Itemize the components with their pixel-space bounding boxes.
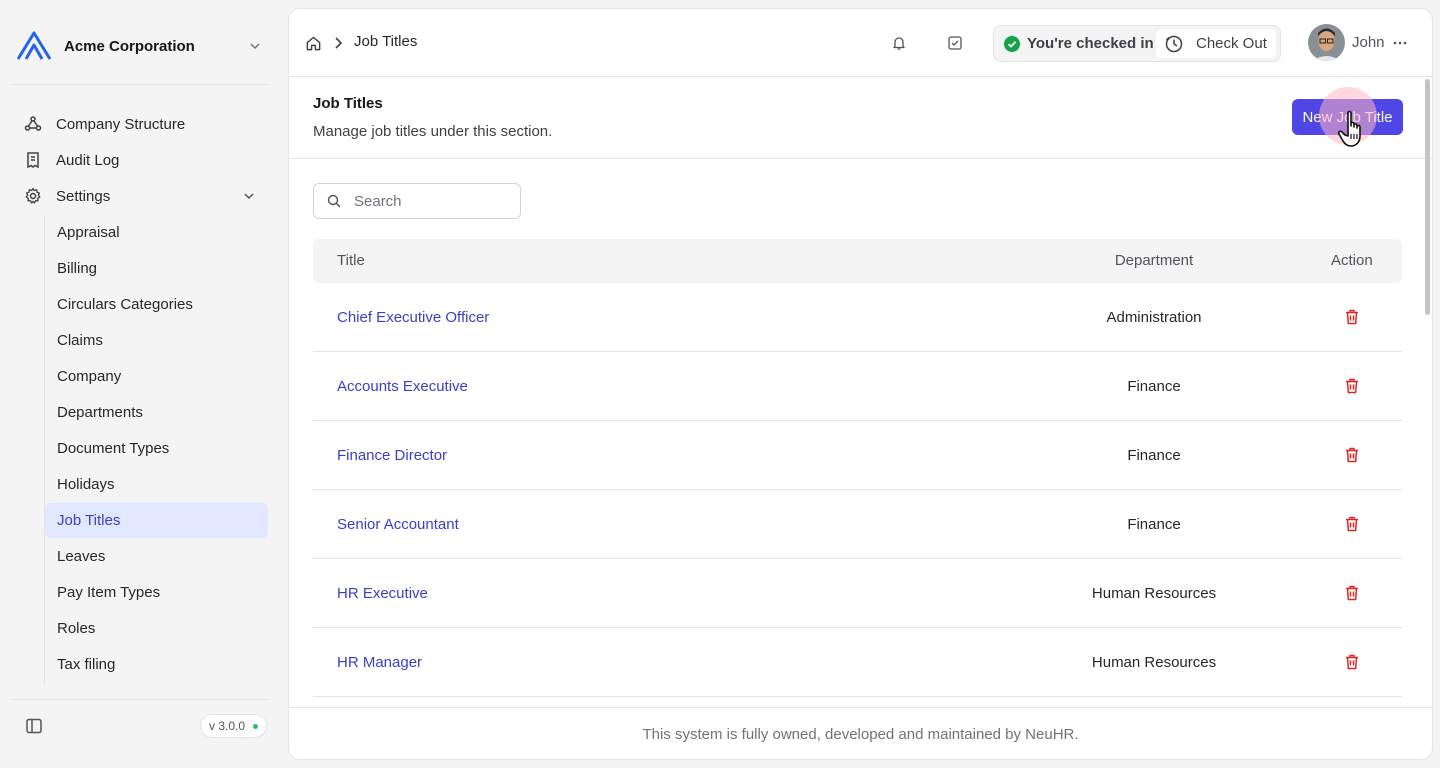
page-header: Job Titles Manage job titles under this … xyxy=(289,77,1432,159)
trash-icon[interactable] xyxy=(1343,515,1361,533)
user-avatar-icon xyxy=(1308,24,1345,61)
job-title-link[interactable]: Accounts Executive xyxy=(337,378,468,395)
settings-item-claims[interactable]: Claims xyxy=(45,323,268,358)
nav-label: Audit Log xyxy=(56,151,120,169)
department-cell: Finance xyxy=(1127,516,1181,533)
nav-settings[interactable]: Settings xyxy=(16,180,268,212)
settings-item-tax-filing[interactable]: Tax filing xyxy=(45,647,268,682)
avatar[interactable] xyxy=(1308,24,1345,61)
department-cell: Administration xyxy=(1106,309,1202,326)
trash-icon[interactable] xyxy=(1343,584,1361,602)
nav-company-structure[interactable]: Company Structure xyxy=(16,108,268,140)
version-badge: v 3.0.0 xyxy=(200,714,268,738)
status-dot xyxy=(253,723,259,729)
clock-icon xyxy=(1165,35,1183,52)
table-row: HR Manager Human Resources xyxy=(313,628,1402,697)
org-name: Acme Corporation xyxy=(64,37,195,55)
check-out-button[interactable]: Check Out xyxy=(1156,29,1276,58)
table-row: Finance Director Finance xyxy=(313,421,1402,490)
task-checkbox-icon[interactable] xyxy=(947,35,963,51)
bell-icon[interactable] xyxy=(891,35,907,51)
more-horizontal-icon[interactable] xyxy=(1392,35,1408,51)
search-box[interactable] xyxy=(313,183,521,219)
settings-item-billing[interactable]: Billing xyxy=(45,251,268,286)
settings-item-departments[interactable]: Departments xyxy=(45,395,268,430)
table-row: HR Executive Human Resources xyxy=(313,559,1402,628)
company-logo-icon xyxy=(16,31,52,60)
search-input[interactable] xyxy=(354,192,504,210)
check-out-label: Check Out xyxy=(1196,35,1267,52)
chevron-down-icon xyxy=(244,193,254,200)
check-circle-icon xyxy=(1004,35,1020,52)
department-cell: Human Resources xyxy=(1091,654,1217,671)
nav-label: Company Structure xyxy=(56,115,186,133)
footer-text: This system is fully owned, developed an… xyxy=(642,726,1079,743)
main-panel: Job Titles You're checked in Check Out J… xyxy=(288,8,1433,760)
scrollbar[interactable] xyxy=(1425,79,1430,315)
sidebar-toggle-icon[interactable] xyxy=(25,717,43,735)
user-name[interactable]: John xyxy=(1352,34,1385,51)
version-label: v 3.0.0 xyxy=(209,719,246,733)
settings-item-appraisal[interactable]: Appraisal xyxy=(45,215,268,250)
job-title-link[interactable]: Chief Executive Officer xyxy=(337,309,489,326)
settings-item-document-types[interactable]: Document Types xyxy=(45,431,268,466)
department-cell: Finance xyxy=(1127,447,1181,464)
table-header: Title Department Action xyxy=(313,239,1402,283)
settings-item-leaves[interactable]: Leaves xyxy=(45,539,268,574)
column-header-department: Department xyxy=(1114,252,1194,269)
sidebar: Acme Corporation Company Structure Audit… xyxy=(0,0,288,768)
nav-label: Settings xyxy=(56,187,111,205)
home-icon[interactable] xyxy=(305,35,322,52)
receipt-icon xyxy=(27,152,39,169)
job-title-link[interactable]: Finance Director xyxy=(337,447,447,464)
trash-icon[interactable] xyxy=(1343,653,1361,671)
table-row: Accounts Executive Finance xyxy=(313,352,1402,421)
topbar: Job Titles You're checked in Check Out J… xyxy=(289,9,1432,77)
table-row: Chief Executive Officer Administration xyxy=(313,283,1402,352)
job-title-link[interactable]: HR Manager xyxy=(337,654,422,671)
search-icon xyxy=(327,194,341,208)
chevron-right-icon xyxy=(335,37,343,49)
department-cell: Human Resources xyxy=(1091,585,1217,602)
settings-item-circulars-categories[interactable]: Circulars Categories xyxy=(45,287,268,322)
job-title-link[interactable]: Senior Accountant xyxy=(337,516,459,533)
nav-audit-log[interactable]: Audit Log xyxy=(16,144,268,176)
footer: This system is fully owned, developed an… xyxy=(289,707,1432,759)
trash-icon[interactable] xyxy=(1343,377,1361,395)
settings-item-job-titles[interactable]: Job Titles xyxy=(45,503,268,538)
settings-item-holidays[interactable]: Holidays xyxy=(45,467,268,502)
job-title-link[interactable]: HR Executive xyxy=(337,585,428,602)
department-cell: Finance xyxy=(1127,378,1181,395)
settings-item-pay-item-types[interactable]: Pay Item Types xyxy=(45,575,268,610)
trash-icon[interactable] xyxy=(1343,446,1361,464)
hierarchy-icon xyxy=(24,116,42,131)
breadcrumb-current: Job Titles xyxy=(354,33,418,50)
column-header-action: Action xyxy=(1331,252,1373,269)
divider xyxy=(12,84,268,85)
chevron-down-icon xyxy=(250,43,260,50)
settings-item-company[interactable]: Company xyxy=(45,359,268,394)
page-subtitle: Manage job titles under this section. xyxy=(313,123,553,140)
table-row: Senior Accountant Finance xyxy=(313,490,1402,559)
page-title: Job Titles xyxy=(313,95,383,112)
checked-in-label: You're checked in xyxy=(1027,35,1154,52)
org-switcher[interactable]: Acme Corporation xyxy=(12,24,276,68)
attendance-status: You're checked in Check Out xyxy=(993,25,1281,62)
hand-cursor-icon xyxy=(1337,110,1361,147)
settings-item-roles[interactable]: Roles xyxy=(45,611,268,646)
gear-icon xyxy=(25,187,41,204)
trash-icon[interactable] xyxy=(1343,308,1361,326)
divider xyxy=(12,699,268,700)
column-header-title: Title xyxy=(337,252,365,269)
